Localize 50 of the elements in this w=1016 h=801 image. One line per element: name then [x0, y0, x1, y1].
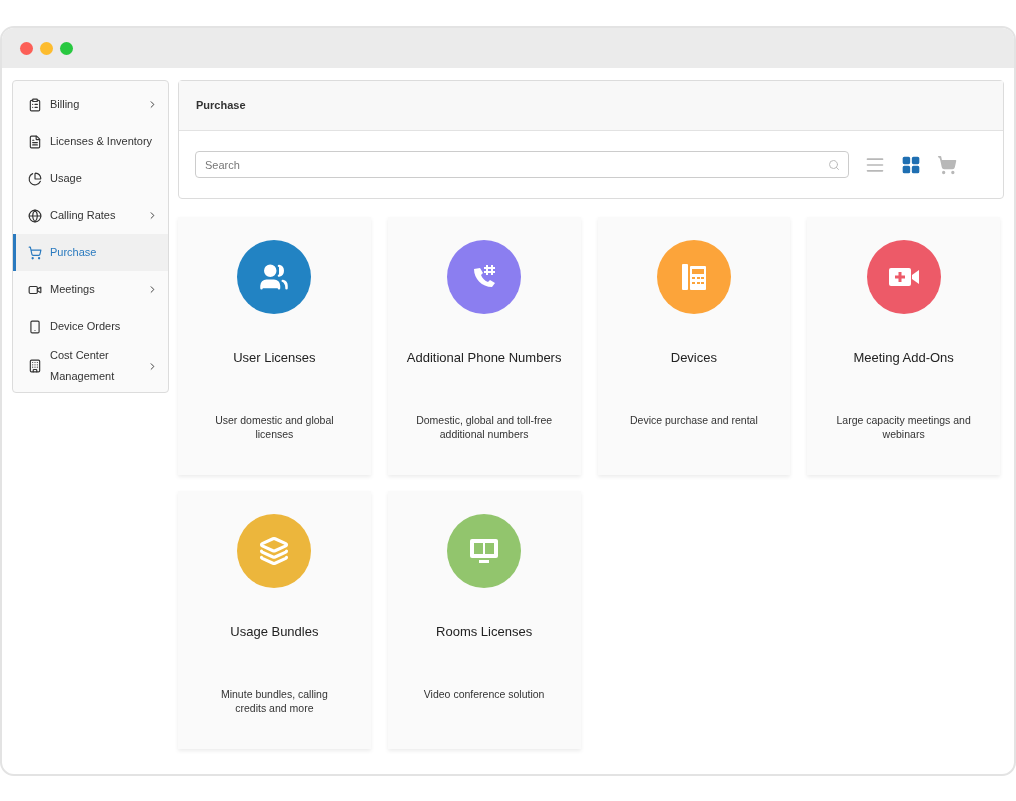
sidebar-item[interactable]: Cost Center Management: [13, 345, 168, 387]
sidebar-label: Meetings: [50, 282, 96, 297]
sidebar-label: Usage: [50, 171, 83, 186]
product-card[interactable]: User Licenses User domestic and global licenses: [178, 217, 371, 475]
sidebar-item[interactable]: Usage: [13, 160, 168, 197]
sidebar-icon: [28, 171, 42, 186]
screen-icon: [468, 536, 501, 566]
sidebar-label: Cost Center Management: [50, 348, 116, 384]
product-card[interactable]: Additional Phone Numbers Domestic, global and toll-free additional numbers: [387, 217, 581, 475]
video-plus-icon: [886, 265, 921, 289]
card-description: Video conference solution: [422, 686, 546, 701]
people-icon: [259, 262, 290, 292]
sidebar-item[interactable]: Meetings: [13, 271, 168, 308]
sidebar-icon: [28, 208, 42, 223]
product-card[interactable]: Usage Bundles Minute bundles, calling credits and more: [178, 491, 371, 749]
sidebar-label: Purchase: [50, 245, 98, 260]
sidebar-label: Billing: [50, 97, 81, 112]
grid-view-icon[interactable]: [901, 154, 921, 175]
sidebar-item[interactable]: Licenses & Inventory: [13, 123, 168, 160]
search-field[interactable]: Search: [195, 151, 849, 178]
sidebar-label: Device Orders: [50, 319, 122, 334]
sidebar-item[interactable]: Calling Rates: [13, 197, 168, 234]
search-icon: [828, 159, 840, 171]
card-title: Devices: [670, 349, 717, 367]
panel-title: Purchase: [196, 98, 246, 114]
card-description: Minute bundles, calling credits and more: [219, 686, 329, 715]
product-card[interactable]: Meeting Add-Ons Large capacity meetings and webinars: [807, 217, 1000, 475]
sidebar-icon: [28, 319, 42, 334]
sidebar-icon: [28, 245, 42, 260]
card-title: User Licenses: [233, 349, 316, 367]
sidebar-item[interactable]: Billing: [13, 86, 168, 123]
card-title: Rooms Licenses: [436, 623, 533, 641]
card-title: Additional Phone Numbers: [406, 349, 562, 367]
card-description: Device purchase and rental: [628, 412, 759, 427]
card-title: Meeting Add-Ons: [853, 349, 954, 367]
sidebar-item[interactable]: Purchase: [13, 234, 168, 271]
card-description: Domestic, global and toll-free additional numbers: [415, 412, 554, 441]
sidebar-icon: [28, 97, 42, 112]
sidebar-label: Calling Rates: [50, 208, 117, 223]
card-description: Large capacity meetings and webinars: [835, 412, 972, 441]
card-title: Usage Bundles: [230, 623, 319, 641]
sidebar-icon: [28, 359, 42, 373]
sidebar-label: Licenses & Inventory: [50, 134, 154, 149]
layers-icon: [259, 536, 290, 566]
sidebar-icon: [28, 134, 42, 149]
cart-icon[interactable]: [937, 154, 957, 175]
card-description: User domestic and global licenses: [214, 412, 335, 441]
sidebar-item[interactable]: Device Orders: [13, 308, 168, 345]
product-card[interactable]: Devices Device purchase and rental: [597, 217, 791, 475]
product-card[interactable]: Rooms Licenses Video conference solution: [387, 491, 581, 749]
